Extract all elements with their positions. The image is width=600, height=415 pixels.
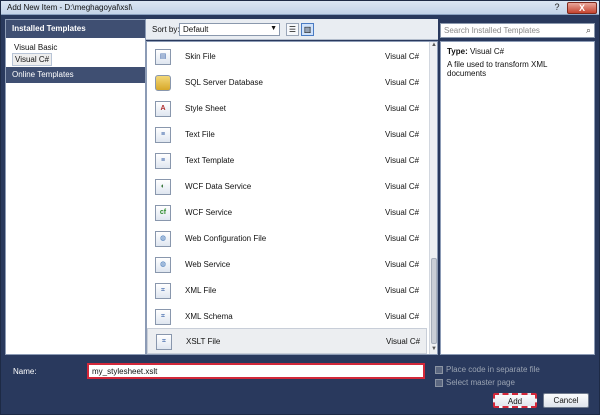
template-type: Visual C# bbox=[385, 208, 420, 217]
checkbox-icon bbox=[435, 378, 443, 387]
template-type: Visual C# bbox=[385, 130, 420, 139]
template-name: Web Service bbox=[185, 260, 231, 269]
template-name: WCF Data Service bbox=[185, 182, 252, 191]
skin-file-icon: ▤ bbox=[155, 49, 171, 65]
template-type: Visual C# bbox=[385, 234, 420, 243]
list-item[interactable]: A Style Sheet Visual C# bbox=[147, 96, 427, 122]
stylesheet-icon: A bbox=[155, 101, 171, 117]
template-name: Skin File bbox=[185, 52, 216, 61]
window-title: Add New Item - D:\meghagoyal\xsl\ bbox=[7, 3, 133, 12]
add-new-item-dialog: Add New Item - D:\meghagoyal\xsl\ ? X In… bbox=[0, 0, 600, 415]
template-type: Visual C# bbox=[385, 156, 420, 165]
web-service-icon: ◍ bbox=[155, 257, 171, 273]
template-type: Visual C# bbox=[385, 286, 420, 295]
cancel-button[interactable]: Cancel bbox=[543, 393, 589, 408]
scroll-up-icon[interactable]: ▲ bbox=[430, 42, 437, 50]
list-item[interactable]: ⌗ XML File Visual C# bbox=[147, 278, 427, 304]
list-item[interactable]: SQL Server Database Visual C# bbox=[147, 70, 427, 96]
template-name: Style Sheet bbox=[185, 104, 226, 113]
templates-tree: Installed Templates Visual Basic Visual … bbox=[5, 19, 146, 355]
template-type: Visual C# bbox=[385, 182, 420, 191]
select-master-label: Select master page bbox=[446, 378, 515, 387]
list-item[interactable]: ≡ Text Template Visual C# bbox=[147, 148, 427, 174]
template-description: Type: Visual C# A file used to transform… bbox=[440, 41, 595, 355]
template-name: Text File bbox=[185, 130, 215, 139]
sort-by-label: Sort by: bbox=[152, 25, 180, 34]
name-value: my_stylesheet.xslt bbox=[92, 367, 158, 376]
database-icon bbox=[155, 75, 171, 91]
toolbar: Sort by: Default ▼ ☰ ▥ bbox=[146, 19, 438, 40]
web-config-icon: ◍ bbox=[155, 231, 171, 247]
xml-file-icon: ⌗ bbox=[155, 283, 171, 299]
scroll-down-icon[interactable]: ▼ bbox=[430, 346, 437, 354]
text-template-icon: ≡ bbox=[155, 153, 171, 169]
online-templates-header[interactable]: Online Templates bbox=[6, 67, 145, 83]
search-input[interactable]: Search Installed Templates ⌕ bbox=[440, 23, 595, 38]
sort-by-value: Default bbox=[183, 25, 209, 34]
template-name: XML Schema bbox=[185, 312, 233, 321]
list-item[interactable]: ◍ Web Service Visual C# bbox=[147, 252, 427, 278]
name-field[interactable]: my_stylesheet.xslt bbox=[87, 363, 425, 379]
template-name: Web Configuration File bbox=[185, 234, 267, 243]
list-item[interactable]: ◐ WCF Data Service Visual C# bbox=[147, 174, 427, 200]
xml-schema-icon: ⌗ bbox=[155, 309, 171, 325]
search-placeholder: Search Installed Templates bbox=[444, 26, 540, 35]
type-line: Type: Visual C# bbox=[447, 47, 588, 56]
vertical-scrollbar[interactable]: ▲ ▼ bbox=[429, 42, 437, 354]
place-code-checkbox[interactable]: Place code in separate file bbox=[435, 365, 540, 374]
template-name: WCF Service bbox=[185, 208, 233, 217]
template-name: SQL Server Database bbox=[185, 78, 263, 87]
select-master-checkbox[interactable]: Select master page bbox=[435, 378, 515, 387]
tree-item-visual-basic[interactable]: Visual Basic bbox=[12, 42, 59, 53]
close-button[interactable]: X bbox=[567, 2, 597, 14]
place-code-label: Place code in separate file bbox=[446, 365, 540, 374]
wcf-service-icon: cf bbox=[155, 205, 171, 221]
template-type: Visual C# bbox=[385, 78, 420, 87]
add-button[interactable]: Add bbox=[493, 393, 537, 408]
detail-view-icon[interactable]: ▥ bbox=[301, 23, 314, 36]
list-item[interactable]: ⌗ XML Schema Visual C# bbox=[147, 304, 427, 330]
sort-by-select[interactable]: Default ▼ bbox=[179, 23, 280, 36]
template-type: Visual C# bbox=[385, 52, 420, 61]
tree-item-visual-csharp[interactable]: Visual C# bbox=[12, 53, 53, 66]
list-item[interactable]: ◍ Web Configuration File Visual C# bbox=[147, 226, 427, 252]
wcf-data-service-icon: ◐ bbox=[155, 179, 171, 195]
chevron-down-icon: ▼ bbox=[270, 25, 277, 32]
template-name: Text Template bbox=[185, 156, 235, 165]
description-text: A file used to transform XML documents bbox=[447, 60, 548, 78]
list-item[interactable]: ≡ Text File Visual C# bbox=[147, 122, 427, 148]
template-type: Visual C# bbox=[386, 337, 421, 346]
list-item-selected[interactable]: ⌗ XSLT File Visual C# bbox=[147, 328, 427, 354]
list-item[interactable]: cf WCF Service Visual C# bbox=[147, 200, 427, 226]
xslt-file-icon: ⌗ bbox=[156, 334, 172, 350]
template-list: ▤ Skin File Visual C# SQL Server Databas… bbox=[146, 41, 438, 355]
text-file-icon: ≡ bbox=[155, 127, 171, 143]
scroll-thumb[interactable] bbox=[431, 258, 437, 344]
installed-templates-header[interactable]: Installed Templates bbox=[6, 20, 145, 38]
list-view-icon[interactable]: ☰ bbox=[286, 23, 299, 36]
template-name: XSLT File bbox=[186, 337, 221, 346]
help-button[interactable]: ? bbox=[550, 2, 564, 14]
name-label: Name: bbox=[13, 367, 37, 376]
template-type: Visual C# bbox=[385, 104, 420, 113]
template-type: Visual C# bbox=[385, 312, 420, 321]
list-item[interactable]: ▤ Skin File Visual C# bbox=[147, 44, 427, 70]
title-bar: Add New Item - D:\meghagoyal\xsl\ ? X bbox=[1, 1, 599, 15]
checkbox-icon bbox=[435, 365, 443, 374]
template-type: Visual C# bbox=[385, 260, 420, 269]
type-key: Type: bbox=[447, 47, 468, 56]
search-icon[interactable]: ⌕ bbox=[586, 25, 591, 36]
type-value: Visual C# bbox=[469, 47, 505, 56]
template-name: XML File bbox=[185, 286, 217, 295]
